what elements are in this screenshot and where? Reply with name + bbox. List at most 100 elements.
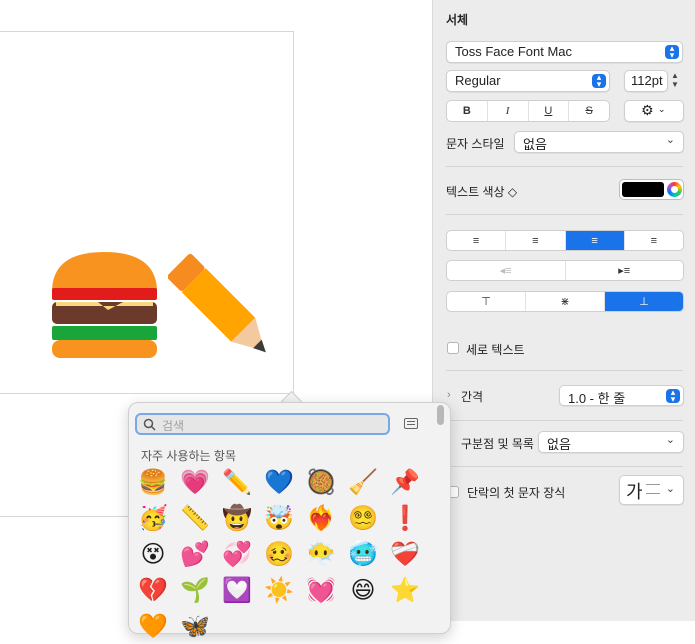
char-style-popup[interactable]: 없음 ⌄ — [514, 131, 684, 153]
vertical-text-label: 세로 텍스트 — [466, 343, 525, 357]
emoji-cell[interactable]: 🌱 — [177, 572, 213, 608]
advanced-options-button[interactable]: ⚙ ⌄ — [624, 100, 684, 122]
vertical-text-checkbox[interactable] — [447, 342, 459, 354]
text-style-buttons: B I U S — [446, 100, 610, 122]
vertical-align-buttons: ⊤ ⋇ ⊥ — [446, 291, 684, 312]
underline-button[interactable]: U — [529, 101, 570, 121]
strikethrough-button[interactable]: S — [569, 101, 609, 121]
emoji-cell[interactable]: ❤️‍🔥 — [303, 500, 339, 536]
emoji-grid: 🍔 💗 ✏️ 💙 🥘 🧹 📌 🥳 📏 🤠 🤯 ❤️‍🔥 😵‍💫 ❗ 😵 💕 💞 🥴 😶‍🌫️ 🥶 ❤️‍🩹 💔 🌱 💟 ☀️ 💓 😄… — [135, 464, 435, 640]
emoji-cell[interactable]: 🦋 — [177, 608, 213, 644]
emoji-cell[interactable]: 🍔 — [135, 464, 171, 500]
increase-indent-icon[interactable]: ▸≡ — [566, 261, 684, 280]
emoji-cell[interactable]: 📌 — [387, 464, 423, 500]
spacing-value: 1.0 - 한 줄 — [568, 391, 626, 406]
emoji-cell[interactable]: 💞 — [219, 536, 255, 572]
emoji-search-input[interactable]: 검색 — [135, 413, 390, 435]
decrease-indent-icon[interactable]: ◂≡ — [447, 261, 566, 280]
dropcap-lines — [646, 484, 660, 494]
emoji-cell[interactable]: 🥳 — [135, 500, 171, 536]
updown-arrows-icon: ▴ ▾ — [592, 73, 606, 89]
emoji-cell[interactable]: 😵‍💫 — [345, 500, 381, 536]
divider — [446, 166, 683, 167]
emoji-cell[interactable]: 😶‍🌫️ — [303, 536, 339, 572]
emoji-cell[interactable]: 😄 — [345, 572, 381, 608]
font-size-field[interactable]: 112pt — [624, 70, 668, 92]
emoji-cell[interactable]: 🤠 — [219, 500, 255, 536]
emoji-cell[interactable]: 🧡 — [135, 608, 171, 644]
disclosure-triangle-icon[interactable]: › — [447, 389, 451, 401]
frequently-used-title: 자주 사용하는 항목 — [141, 449, 236, 463]
align-justify-icon[interactable]: ≡ — [625, 231, 683, 250]
text-color-label[interactable]: 텍스트 색상 ◇ — [446, 183, 517, 200]
dropcap-label: 단락의 첫 문자 장식 — [467, 486, 566, 500]
emoji-cell[interactable]: 💕 — [177, 536, 213, 572]
color-swatch — [622, 182, 664, 197]
character-viewer-icon[interactable] — [404, 418, 418, 429]
emoji-cell[interactable]: 🥶 — [345, 536, 381, 572]
emoji-cell[interactable]: 💙 — [261, 464, 297, 500]
font-size-value: 112pt — [631, 73, 663, 88]
search-icon — [143, 418, 156, 431]
emoji-cell[interactable]: ✏️ — [219, 464, 255, 500]
dropcap-glyph: 가 — [626, 482, 643, 502]
spacing-label: 간격 — [461, 390, 484, 404]
bold-button[interactable]: B — [447, 101, 488, 121]
chevron-down-icon: ⌄ — [658, 104, 666, 114]
indent-buttons: ◂≡ ▸≡ — [446, 260, 684, 281]
divider — [446, 420, 683, 421]
bullets-label: 구분점 및 목록 — [461, 437, 534, 451]
italic-button[interactable]: I — [488, 101, 529, 121]
emoji-cell[interactable]: 📏 — [177, 500, 213, 536]
hamburger-emoji[interactable] — [48, 250, 161, 360]
divider — [446, 466, 683, 467]
gear-icon: ⚙ — [641, 102, 654, 118]
page-edge-line — [0, 516, 130, 517]
font-style-popup[interactable]: Regular ▴ ▾ — [446, 70, 610, 92]
emoji-cell[interactable]: 💟 — [219, 572, 255, 608]
chevron-down-icon: ⌄ — [665, 434, 675, 446]
bullets-popup[interactable]: 없음 ⌄ — [538, 431, 684, 453]
emoji-cell[interactable]: 💗 — [177, 464, 213, 500]
alignment-buttons: ≡ ≡ ≡ ≡ — [446, 230, 684, 251]
search-placeholder: 검색 — [162, 419, 185, 433]
emoji-cell[interactable]: 🥴 — [261, 536, 297, 572]
font-size-stepper[interactable]: ▲ ▼ — [671, 71, 679, 89]
chevron-down-icon: ⌄ — [665, 134, 675, 146]
font-section-title: 서체 — [446, 13, 469, 27]
scrollbar-thumb[interactable] — [437, 405, 444, 425]
spacing-popup[interactable]: 1.0 - 한 줄 ▴ ▾ — [559, 385, 684, 406]
color-wheel-icon — [667, 182, 682, 197]
divider — [446, 370, 683, 371]
emoji-cell[interactable]: 😵 — [135, 536, 171, 572]
align-bottom-icon[interactable]: ⊥ — [605, 292, 683, 311]
emoji-cell[interactable]: ❗ — [387, 500, 423, 536]
lettuce — [52, 326, 157, 340]
updown-arrows-icon: ▴ ▾ — [665, 44, 679, 60]
emoji-cell[interactable]: 💓 — [303, 572, 339, 608]
align-top-icon[interactable]: ⊤ — [447, 292, 526, 311]
font-family-popup[interactable]: Toss Face Font Mac ▴ ▾ — [446, 41, 683, 63]
pencil-emoji[interactable] — [168, 246, 286, 364]
emoji-cell[interactable]: 🤯 — [261, 500, 297, 536]
bullets-value: 없음 — [547, 437, 571, 452]
emoji-cell[interactable]: ☀️ — [261, 572, 297, 608]
align-right-icon[interactable]: ≡ — [565, 231, 625, 250]
char-style-label: 문자 스타일 — [446, 137, 505, 151]
emoji-cell[interactable]: ❤️‍🩹 — [387, 536, 423, 572]
emoji-cell[interactable]: 🧹 — [345, 464, 381, 500]
font-family-value: Toss Face Font Mac — [455, 44, 573, 59]
emoji-cell[interactable]: 🥘 — [303, 464, 339, 500]
text-color-well[interactable] — [619, 179, 684, 200]
dropcap-style-popup[interactable]: 가 ⌄ — [619, 475, 684, 505]
chevron-down-icon: ⌄ — [665, 483, 675, 495]
bun-bottom — [52, 340, 157, 358]
font-style-value: Regular — [455, 73, 501, 88]
emoji-cell[interactable]: ⭐ — [387, 572, 423, 608]
bun-top — [52, 252, 157, 292]
align-middle-icon[interactable]: ⋇ — [526, 292, 605, 311]
align-center-icon[interactable]: ≡ — [506, 231, 566, 250]
align-left-icon[interactable]: ≡ — [447, 231, 507, 250]
emoji-cell[interactable]: 💔 — [135, 572, 171, 608]
updown-arrows-icon: ▴ ▾ — [666, 388, 680, 404]
